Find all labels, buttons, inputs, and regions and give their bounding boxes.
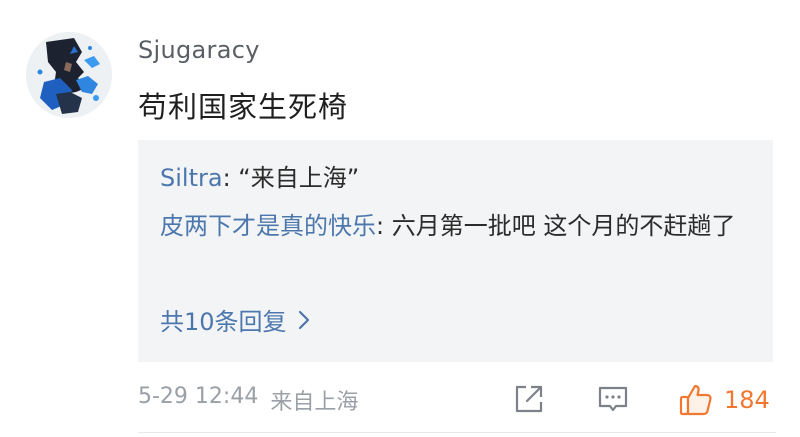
divider [138, 432, 776, 433]
more-replies-label: 共10条回复 [160, 308, 287, 336]
thumbs-up-icon [679, 384, 712, 416]
avatar[interactable] [26, 32, 112, 118]
avatar-image [26, 32, 112, 118]
reply-author[interactable]: 皮两下才是真的快乐 [160, 212, 376, 240]
more-replies-link[interactable]: 共10条回复 [160, 302, 311, 337]
comment-icon [598, 386, 628, 412]
reply-item[interactable]: Siltra: “来自上海” [160, 158, 760, 199]
comment-location: 来自上海 [270, 390, 359, 415]
reply-text: 六月第一批吧 这个月的不赶趟了 [391, 212, 736, 240]
like-button[interactable]: 184 [678, 382, 770, 418]
comment-username[interactable]: Sjugaracy [138, 36, 260, 64]
reply-separator: : [222, 164, 239, 192]
reply-author[interactable]: Siltra [160, 164, 223, 192]
reply-item[interactable]: 皮两下才是真的快乐: 六月第一批吧 这个月的不赶趟了 [160, 206, 760, 247]
share-button[interactable] [512, 382, 546, 416]
comment-button[interactable] [596, 382, 630, 416]
reply-text: “来自上海” [238, 164, 360, 192]
like-count: 184 [724, 386, 770, 414]
comment-text: 苟利国家生死椅 [138, 90, 349, 124]
chevron-right-icon [298, 310, 309, 329]
share-icon [515, 385, 543, 413]
comment-meta: 5-29 12:44 来自上海 [138, 384, 358, 416]
reply-separator: : [376, 212, 392, 240]
reply-preview-box[interactable]: Siltra: “来自上海” 皮两下才是真的快乐: 六月第一批吧 这个月的不赶趟… [138, 140, 773, 362]
comment-timestamp: 5-29 12:44 [138, 384, 259, 409]
